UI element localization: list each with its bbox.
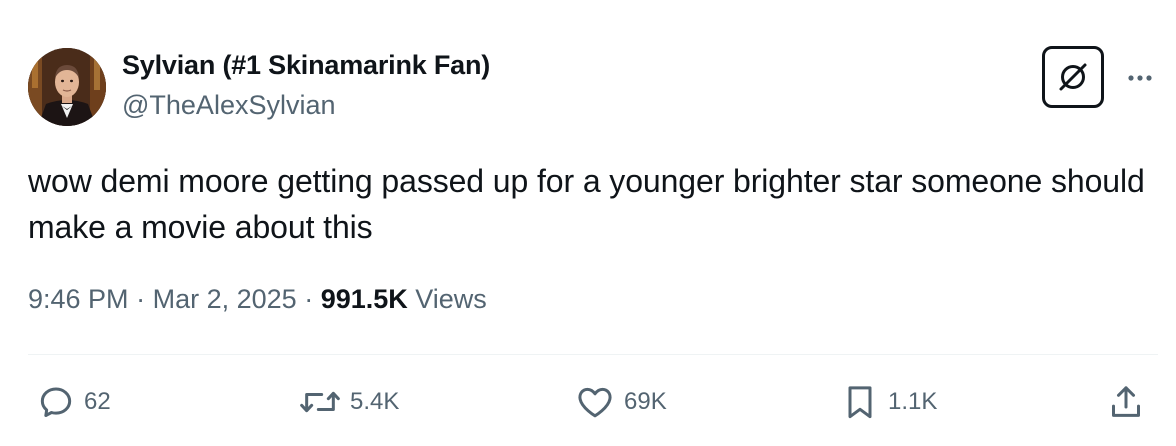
like-count: 69K <box>624 388 667 415</box>
more-options-button[interactable] <box>1120 56 1160 96</box>
heart-icon <box>578 387 612 418</box>
bookmark-count: 1.1K <box>888 388 938 415</box>
tweet-text: wow demi moore getting passed up for a y… <box>28 163 1145 245</box>
like-button[interactable]: 69K <box>574 380 667 424</box>
share-button[interactable] <box>1106 380 1146 424</box>
tweet-time[interactable]: 9:46 PM <box>28 284 129 314</box>
share-icon <box>1112 386 1140 417</box>
author-display-name[interactable]: Sylvian (#1 Skinamarink Fan) <box>122 50 490 81</box>
more-horizontal-icon <box>1128 75 1152 81</box>
repost-button[interactable]: 5.4K <box>298 380 399 424</box>
grok-icon <box>1059 63 1087 91</box>
divider <box>28 354 1158 355</box>
avatar-image <box>28 48 106 126</box>
reply-icon <box>40 387 72 417</box>
bookmark-button[interactable]: 1.1K <box>840 380 937 424</box>
tweet-meta: 9:46 PM · Mar 2, 2025 · 991.5K Views <box>28 284 487 315</box>
repost-icon <box>300 391 340 413</box>
reply-count: 62 <box>84 388 111 415</box>
tweet-card: Sylvian (#1 Skinamarink Fan) @TheAlexSyl… <box>0 0 1176 446</box>
views-label: Views <box>415 284 487 314</box>
meta-separator: · <box>304 284 321 314</box>
grok-button[interactable] <box>1042 46 1104 108</box>
avatar[interactable] <box>28 48 106 126</box>
repost-count: 5.4K <box>350 388 400 415</box>
bookmark-icon <box>848 386 872 419</box>
views-count[interactable]: 991.5K <box>321 284 416 314</box>
tweet-date[interactable]: Mar 2, 2025 <box>153 284 297 314</box>
meta-separator: · <box>136 284 153 314</box>
reply-button[interactable]: 62 <box>36 380 111 424</box>
author-handle[interactable]: @TheAlexSylvian <box>122 90 336 121</box>
